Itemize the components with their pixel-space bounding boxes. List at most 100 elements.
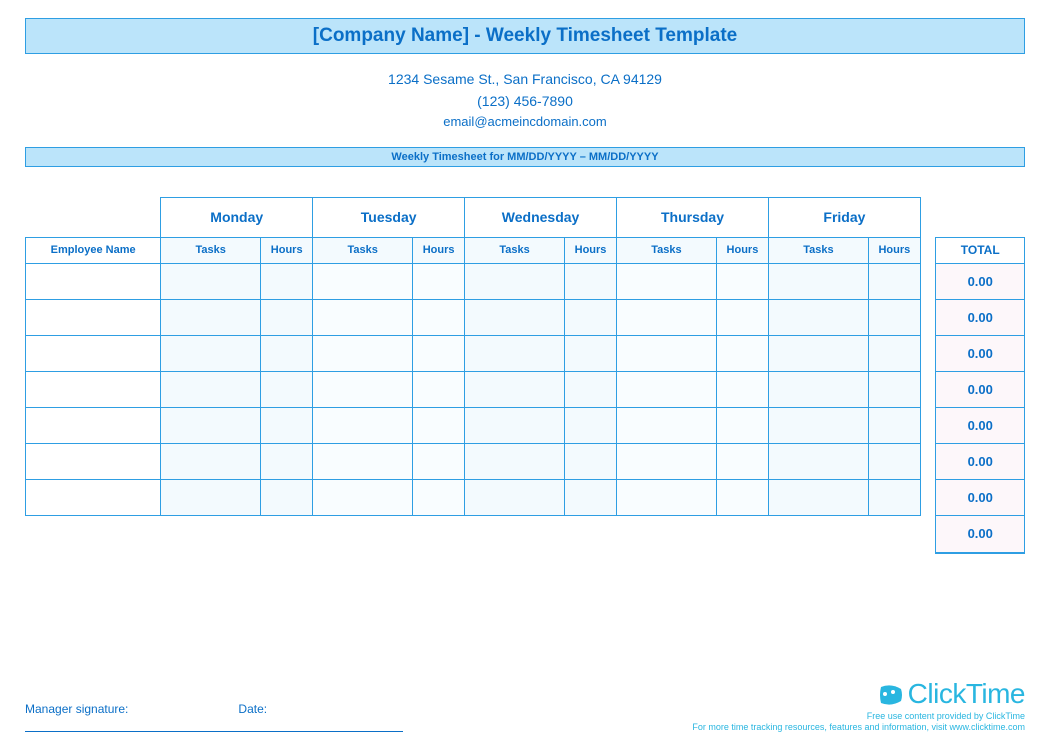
cell-tasks[interactable] bbox=[313, 263, 413, 299]
column-hours: Hours bbox=[716, 237, 768, 263]
brand-note: For more time tracking resources, featur… bbox=[692, 722, 1025, 732]
cell-hours[interactable] bbox=[565, 263, 617, 299]
cell-hours[interactable] bbox=[716, 371, 768, 407]
column-employee: Employee Name bbox=[26, 237, 161, 263]
page-title: [Company Name] - Weekly Timesheet Templa… bbox=[25, 18, 1025, 54]
cell-hours[interactable] bbox=[868, 443, 920, 479]
email-text: email@acmeincdomain.com bbox=[25, 112, 1025, 132]
column-tasks: Tasks bbox=[617, 237, 717, 263]
gap bbox=[920, 443, 936, 479]
cell-tasks[interactable] bbox=[617, 443, 717, 479]
gap bbox=[920, 263, 936, 299]
date-range-bar: Weekly Timesheet for MM/DD/YYYY – MM/DD/… bbox=[25, 147, 1025, 167]
cell-tasks[interactable] bbox=[465, 335, 565, 371]
cell-tasks[interactable] bbox=[465, 299, 565, 335]
cell-hours[interactable] bbox=[716, 299, 768, 335]
cell-hours[interactable] bbox=[868, 335, 920, 371]
cell-tasks[interactable] bbox=[313, 479, 413, 515]
cell-tasks[interactable] bbox=[768, 371, 868, 407]
cell-hours[interactable] bbox=[565, 479, 617, 515]
cell-hours[interactable] bbox=[413, 407, 465, 443]
cell-tasks[interactable] bbox=[161, 479, 261, 515]
cell-hours[interactable] bbox=[413, 479, 465, 515]
gap bbox=[920, 371, 936, 407]
cell-tasks[interactable] bbox=[768, 263, 868, 299]
cell-employee[interactable] bbox=[26, 299, 161, 335]
column-tasks: Tasks bbox=[465, 237, 565, 263]
cell-tasks[interactable] bbox=[313, 371, 413, 407]
cell-hours[interactable] bbox=[868, 299, 920, 335]
cell-tasks[interactable] bbox=[161, 443, 261, 479]
cell-tasks[interactable] bbox=[617, 299, 717, 335]
cell-tasks[interactable] bbox=[161, 263, 261, 299]
cell-hours[interactable] bbox=[261, 263, 313, 299]
cell-hours[interactable] bbox=[413, 335, 465, 371]
cell-employee[interactable] bbox=[26, 479, 161, 515]
cell-hours[interactable] bbox=[565, 443, 617, 479]
cell-hours[interactable] bbox=[716, 335, 768, 371]
cell-tasks[interactable] bbox=[465, 407, 565, 443]
cell-tasks[interactable] bbox=[313, 407, 413, 443]
cell-employee[interactable] bbox=[26, 371, 161, 407]
cell-hours[interactable] bbox=[868, 371, 920, 407]
table-row: 0.00 bbox=[26, 335, 1025, 371]
cell-tasks[interactable] bbox=[617, 263, 717, 299]
cell-hours[interactable] bbox=[716, 407, 768, 443]
cell-hours[interactable] bbox=[413, 443, 465, 479]
cell-hours[interactable] bbox=[565, 371, 617, 407]
cell-hours[interactable] bbox=[868, 407, 920, 443]
cell-hours[interactable] bbox=[565, 407, 617, 443]
cell-tasks[interactable] bbox=[313, 335, 413, 371]
footer-section: Manager signature: Date: ClickTime Free … bbox=[25, 678, 1025, 732]
cell-tasks[interactable] bbox=[161, 371, 261, 407]
cell-hours[interactable] bbox=[716, 479, 768, 515]
cell-hours[interactable] bbox=[261, 407, 313, 443]
cell-hours[interactable] bbox=[261, 371, 313, 407]
cell-hours[interactable] bbox=[261, 443, 313, 479]
cell-tasks[interactable] bbox=[161, 407, 261, 443]
cell-row-total: 0.00 bbox=[936, 263, 1025, 299]
brand-name: ClickTime bbox=[908, 678, 1025, 710]
day-header-friday: Friday bbox=[768, 197, 920, 237]
cell-tasks[interactable] bbox=[465, 443, 565, 479]
cell-tasks[interactable] bbox=[617, 479, 717, 515]
cell-row-total: 0.00 bbox=[936, 299, 1025, 335]
cell-tasks[interactable] bbox=[768, 299, 868, 335]
cell-tasks[interactable] bbox=[465, 371, 565, 407]
signature-label: Manager signature: bbox=[25, 702, 128, 716]
cell-employee[interactable] bbox=[26, 443, 161, 479]
cell-tasks[interactable] bbox=[161, 299, 261, 335]
cell-tasks[interactable] bbox=[617, 371, 717, 407]
cell-hours[interactable] bbox=[413, 371, 465, 407]
cell-tasks[interactable] bbox=[617, 335, 717, 371]
cell-tasks[interactable] bbox=[161, 335, 261, 371]
grand-total-row: 0.00 bbox=[26, 515, 1025, 553]
cell-tasks[interactable] bbox=[768, 479, 868, 515]
cell-tasks[interactable] bbox=[465, 479, 565, 515]
cell-tasks[interactable] bbox=[465, 263, 565, 299]
cell-tasks[interactable] bbox=[313, 299, 413, 335]
cell-hours[interactable] bbox=[565, 335, 617, 371]
cell-hours[interactable] bbox=[716, 263, 768, 299]
cell-hours[interactable] bbox=[413, 263, 465, 299]
cell-hours[interactable] bbox=[261, 335, 313, 371]
cell-hours[interactable] bbox=[565, 299, 617, 335]
header-spacer bbox=[920, 237, 936, 263]
cell-tasks[interactable] bbox=[768, 443, 868, 479]
cell-tasks[interactable] bbox=[617, 407, 717, 443]
column-hours: Hours bbox=[868, 237, 920, 263]
cell-tasks[interactable] bbox=[768, 335, 868, 371]
cell-hours[interactable] bbox=[261, 479, 313, 515]
cell-hours[interactable] bbox=[868, 479, 920, 515]
cell-employee[interactable] bbox=[26, 407, 161, 443]
cell-hours[interactable] bbox=[413, 299, 465, 335]
signature-block: Manager signature: Date: bbox=[25, 702, 403, 732]
cell-row-total: 0.00 bbox=[936, 407, 1025, 443]
cell-hours[interactable] bbox=[261, 299, 313, 335]
cell-employee[interactable] bbox=[26, 335, 161, 371]
cell-tasks[interactable] bbox=[768, 407, 868, 443]
cell-tasks[interactable] bbox=[313, 443, 413, 479]
cell-employee[interactable] bbox=[26, 263, 161, 299]
cell-hours[interactable] bbox=[716, 443, 768, 479]
cell-hours[interactable] bbox=[868, 263, 920, 299]
